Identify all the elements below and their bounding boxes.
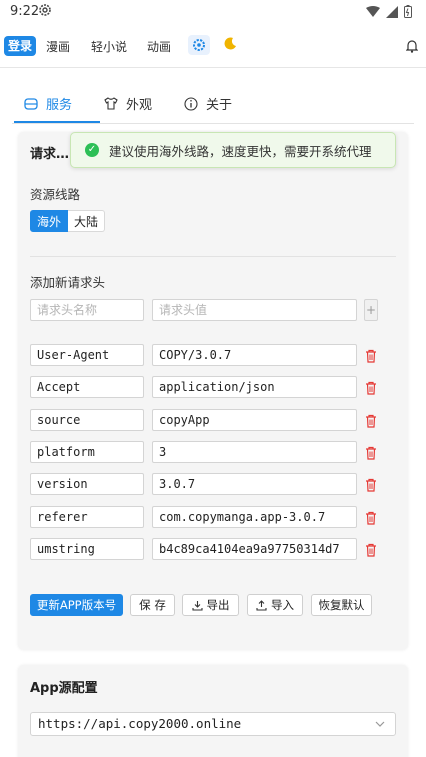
trash-icon — [366, 446, 376, 460]
status-time: 9:22 — [10, 4, 40, 19]
route-label: 资源线路 — [30, 187, 81, 202]
route-option-mainland[interactable]: 大陆 — [68, 210, 106, 232]
import-button[interactable]: 导入 — [247, 594, 303, 616]
app-source-select[interactable]: https://api.copy2000.online — [30, 712, 396, 736]
dark-mode-toggle[interactable] — [224, 37, 237, 54]
request-config-card: 请求… 资源线路 海外 大陆 添加新请求头 请求头名称 请求头值 + User-… — [18, 132, 408, 650]
delete-header-button[interactable] — [365, 348, 377, 363]
header-key-field[interactable]: referer — [30, 506, 144, 528]
info-icon — [184, 96, 198, 111]
export-label: 导出 — [206, 598, 230, 612]
upload-icon — [256, 599, 267, 611]
chevron-down-icon — [375, 721, 385, 727]
top-navigation: 登录 漫画 轻小说 动画 — [0, 26, 426, 68]
header-key-field[interactable]: source — [30, 409, 144, 431]
header-key-field[interactable]: User-Agent — [30, 344, 144, 366]
header-value-field[interactable]: com.copymanga.app-3.0.7 — [152, 506, 357, 528]
login-button[interactable]: 登录 — [4, 36, 36, 56]
status-bar: 9:22 — [0, 0, 426, 26]
nav-item-light-novel[interactable]: 轻小说 — [91, 38, 127, 55]
check-circle-icon: ✓ — [85, 143, 99, 157]
header-value-field[interactable]: application/json — [152, 376, 357, 398]
header-key-field[interactable]: umstring — [30, 538, 144, 560]
app-source-value: https://api.copy2000.online — [38, 716, 242, 731]
toast-message: ✓ 建议使用海外线路，速度更快，需要开系统代理 — [70, 132, 396, 168]
header-value-field[interactable]: copyApp — [152, 409, 357, 431]
delete-header-button[interactable] — [365, 380, 377, 395]
tab-label: 服务 — [46, 98, 73, 113]
app-source-card: App源配置 https://api.copy2000.online — [18, 665, 408, 757]
header-value-field[interactable]: COPY/3.0.7 — [152, 344, 357, 366]
settings-button[interactable] — [188, 35, 210, 55]
delete-header-button[interactable] — [365, 413, 377, 428]
import-label: 导入 — [271, 598, 294, 612]
delete-header-button[interactable] — [365, 542, 377, 557]
tab-about[interactable]: 关于 — [184, 94, 232, 113]
tab-appearance[interactable]: 外观 — [104, 94, 152, 113]
add-header-label: 添加新请求头 — [30, 275, 106, 290]
header-value-input[interactable]: 请求头值 — [152, 299, 357, 321]
server-icon — [24, 97, 38, 110]
moon-icon — [224, 37, 236, 50]
header-value-field[interactable]: 3 — [152, 441, 357, 463]
notification-button[interactable] — [405, 38, 419, 57]
restore-default-button[interactable]: 恢复默认 — [311, 594, 372, 616]
bell-icon — [405, 40, 419, 53]
tab-label: 外观 — [126, 98, 153, 113]
header-name-input[interactable]: 请求头名称 — [30, 299, 144, 321]
header-key-field[interactable]: platform — [30, 441, 144, 463]
header-value-field[interactable]: b4c89ca4104ea9a97750314d7 — [152, 538, 357, 560]
gear-icon — [38, 3, 52, 21]
download-icon — [191, 600, 203, 611]
header-value-field[interactable]: 3.0.7 — [152, 473, 357, 495]
tabs-divider — [12, 123, 414, 124]
trash-icon — [366, 381, 376, 395]
export-button[interactable]: 导出 — [182, 594, 239, 616]
card-title: App源配置 — [30, 681, 98, 696]
trash-icon — [366, 511, 376, 525]
add-header-button[interactable]: + — [364, 299, 378, 321]
delete-header-button[interactable] — [365, 445, 377, 460]
nav-item-manga[interactable]: 漫画 — [46, 38, 70, 55]
settings-tabs: 服务 外观 关于 — [0, 84, 426, 124]
gear-icon — [193, 39, 205, 51]
route-option-overseas[interactable]: 海外 — [30, 210, 69, 232]
section-divider — [30, 256, 396, 257]
toast-text: 建议使用海外线路，速度更快，需要开系统代理 — [109, 143, 372, 159]
trash-icon — [366, 414, 376, 428]
header-key-field[interactable]: Accept — [30, 376, 144, 398]
tab-label: 关于 — [206, 98, 233, 113]
delete-header-button[interactable] — [365, 510, 377, 525]
signal-icon — [386, 5, 398, 22]
update-version-button[interactable]: 更新APP版本号 — [30, 594, 123, 616]
delete-header-button[interactable] — [365, 477, 377, 492]
trash-icon — [366, 543, 376, 557]
card-title: 请求… — [30, 147, 70, 162]
header-key-field[interactable]: version — [30, 473, 144, 495]
trash-icon — [366, 349, 376, 363]
battery-icon — [404, 5, 412, 22]
route-selector: 海外 大陆 — [30, 210, 106, 232]
save-button[interactable]: 保 存 — [130, 594, 175, 616]
nav-item-anime[interactable]: 动画 — [147, 38, 171, 55]
tab-service[interactable]: 服务 — [24, 94, 72, 113]
wifi-icon — [366, 5, 380, 22]
trash-icon — [366, 478, 376, 492]
shirt-icon — [104, 97, 118, 110]
